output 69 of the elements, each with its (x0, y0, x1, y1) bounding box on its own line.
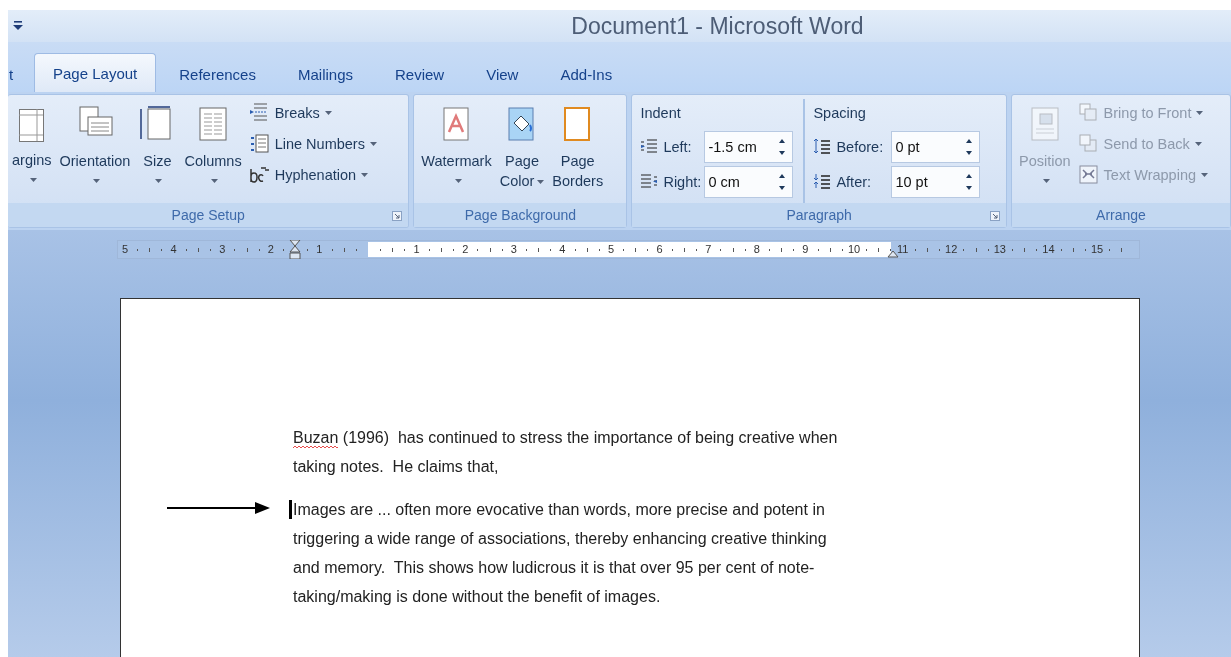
ribbon-tab[interactable]: Review (376, 55, 464, 92)
window-title: Document1 - Microsoft Word (570, 12, 865, 40)
ruler-number: 11 (896, 242, 909, 257)
text-wrapping-icon (1078, 165, 1099, 184)
ribbon-button[interactable]: Page Borders (549, 99, 607, 203)
ribbon-tab[interactable]: t (8, 55, 30, 92)
ribbon-tab[interactable]: Page Layout (34, 53, 157, 92)
field-label: Left: (663, 138, 693, 155)
ruler-number: 7 (705, 242, 712, 257)
ruler-number: 2 (267, 242, 274, 257)
send-to-back-icon (1078, 134, 1099, 153)
ruler-number: 4 (559, 242, 566, 257)
section-label: Indent (640, 105, 682, 123)
group-label: Paragraph (786, 207, 852, 223)
spacing-before-icon (813, 138, 832, 155)
ribbon-tab[interactable]: Add-Ins (541, 55, 632, 92)
ribbon-button[interactable]: Size (135, 99, 180, 203)
field-label: Before: (836, 138, 885, 155)
ruler-number: 6 (656, 242, 663, 257)
ruler-number: 8 (753, 242, 760, 257)
ribbon-button[interactable]: Breaks (246, 101, 380, 124)
spin-field[interactable]: -1.5 cm (704, 130, 794, 163)
body-paragraph: Buzan (1996) has continued to stress the importance of being creative when taking notes. He claims that, (293, 428, 839, 477)
ruler-number: 3 (510, 242, 517, 257)
ruler-number: 12 (945, 242, 958, 257)
ribbon-button[interactable]: Orientation (56, 99, 134, 203)
bring-to-front-icon (1078, 103, 1099, 122)
indent-right-icon (640, 173, 659, 190)
ribbon-tab[interactable]: View (467, 55, 538, 92)
group-label: Arrange (1096, 207, 1146, 223)
dialog-launcher-icon[interactable] (990, 211, 1000, 221)
ribbon-tab[interactable]: References (160, 55, 275, 92)
ribbon-button[interactable]: Columns (181, 99, 245, 203)
spin-field[interactable]: 0 pt (891, 130, 981, 163)
customize-toolbar-icon[interactable] (12, 20, 24, 32)
hyphenation-icon (249, 165, 270, 184)
ruler-number: 3 (219, 242, 226, 257)
spacing-after-icon (813, 173, 832, 190)
dialog-launcher-icon[interactable] (392, 211, 403, 221)
group-label: Page Setup (171, 207, 245, 223)
field-label: Right: (663, 173, 700, 190)
ribbon-button[interactable]: argins (12, 99, 55, 203)
ruler-number: 14 (1042, 242, 1055, 257)
spin-field[interactable]: 0 cm (704, 165, 794, 198)
ribbon-button[interactable]: Watermark (418, 99, 495, 203)
field-label: After: (836, 173, 873, 190)
ruler-number: 1 (413, 242, 420, 257)
line-numbers-icon (249, 134, 270, 153)
ribbon-button[interactable]: Page Color (496, 99, 548, 203)
indent-marker-icon[interactable] (289, 240, 302, 259)
spin-field[interactable]: 10 pt (891, 165, 981, 198)
ruler-number: 9 (802, 242, 809, 257)
ruler-number: 10 (847, 242, 861, 257)
ruler-number: 5 (121, 242, 129, 257)
right-indent-marker-icon[interactable] (886, 250, 899, 258)
ruler-number: 13 (993, 242, 1006, 257)
ruler-number: 4 (170, 242, 177, 257)
indent-left-icon (640, 138, 659, 155)
ruler-number: 15 (1090, 242, 1104, 257)
ruler-number: 2 (462, 242, 469, 257)
ruler-number: 1 (316, 242, 323, 257)
ribbon-tab[interactable]: Mailings (278, 55, 372, 92)
body-paragraph: Images are ... often more evocative than words, more precise and potent in triggering a wide range of associations, thereby enhancing creative thinking and memory. This shows how ludicrous it is that over 95 per cent of note-taking/making is done without the benefit of images. (293, 495, 853, 611)
breaks-icon (249, 103, 270, 122)
ribbon-button[interactable]: Hyphenation (246, 163, 380, 186)
ruler-number: 5 (607, 242, 615, 257)
group-label: Page Background (464, 207, 577, 223)
section-label: Spacing (813, 105, 867, 123)
ribbon-button[interactable]: Line Numbers (246, 132, 380, 155)
